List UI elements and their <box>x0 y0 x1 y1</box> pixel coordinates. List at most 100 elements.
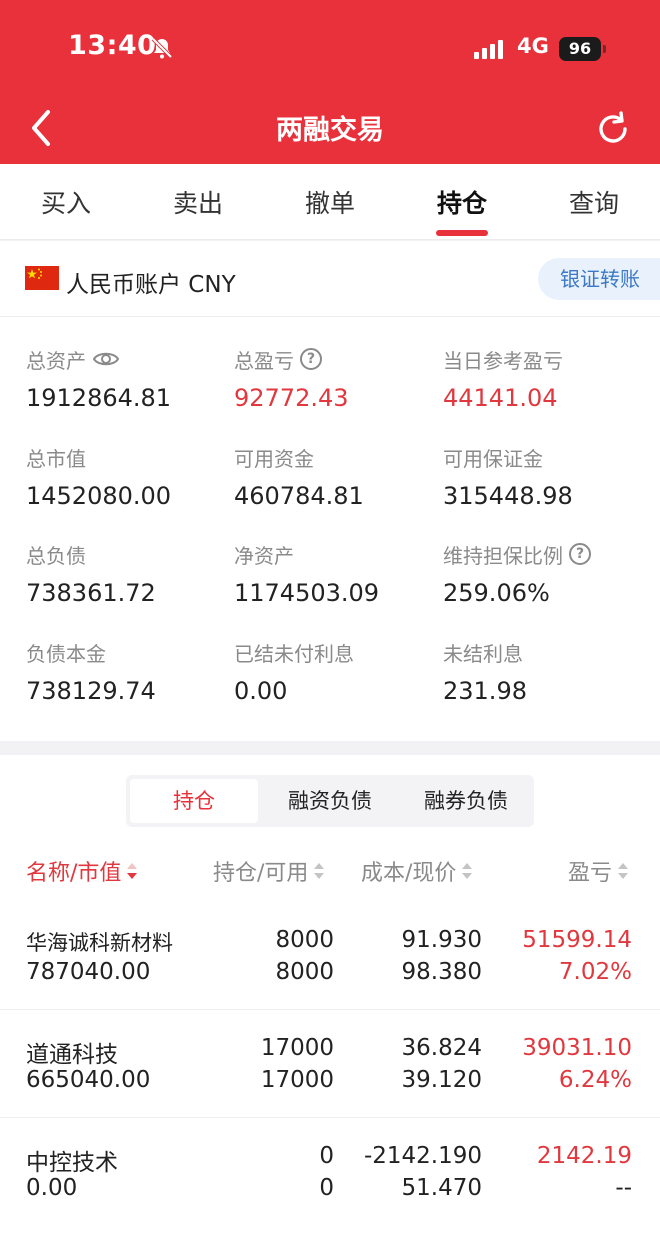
summary-label: 净资产 <box>234 543 294 568</box>
summary-value: 1912864.81 <box>26 384 172 412</box>
position-segment-control: 持仓 融资负债 融券负债 <box>126 775 534 827</box>
tab-positions[interactable]: 持仓 <box>396 184 528 220</box>
summary-unsettled-interest: 未结利息 231.98 <box>443 638 643 706</box>
sort-icon <box>618 863 629 879</box>
column-label: 持仓/可用 <box>213 861 309 886</box>
main-tabs: 买入 卖出 撤单 持仓 查询 <box>0 164 660 240</box>
account-name: 人民币账户 CNY <box>66 272 236 298</box>
positions-card: 持仓 融资负债 融券负债 名称/市值 持仓/可用 成本/现价 盈亏 华海诚科新材… <box>0 755 660 1233</box>
position-row[interactable]: 道通科技 665040.00 17000 17000 36.824 39.120… <box>0 1011 660 1118</box>
segment-positions[interactable]: 持仓 <box>130 779 258 823</box>
summary-value: 460784.81 <box>234 482 364 510</box>
summary-label: 总负债 <box>26 543 86 568</box>
tab-query[interactable]: 查询 <box>528 184 660 220</box>
bell-muted-icon <box>151 37 173 59</box>
stock-pnl-pct: -- <box>615 1175 632 1201</box>
stock-available: 8000 <box>275 959 334 985</box>
summary-value: 0.00 <box>234 677 288 705</box>
refresh-icon[interactable] <box>594 110 632 148</box>
segment-short-debt[interactable]: 融券负债 <box>402 779 530 823</box>
summary-label: 未结利息 <box>443 641 523 666</box>
position-row[interactable]: 中控技术 0.00 0 0 -2142.190 51.470 2142.19 -… <box>0 1119 660 1226</box>
question-icon[interactable]: ? <box>569 543 591 565</box>
summary-value: 315448.98 <box>443 482 573 510</box>
status-time: 13:40 <box>68 30 157 61</box>
column-label: 成本/现价 <box>361 861 457 886</box>
stock-available: 0 <box>319 1175 334 1201</box>
summary-label: 当日参考盈亏 <box>443 348 563 373</box>
china-flag-icon <box>25 266 59 290</box>
column-pnl[interactable]: 盈亏 <box>568 855 629 887</box>
column-cost-price[interactable]: 成本/现价 <box>361 855 473 887</box>
stock-price: 51.470 <box>401 1175 482 1201</box>
summary-total-pnl: 总盈亏 ? 92772.43 <box>234 345 434 412</box>
summary-label: 可用保证金 <box>443 446 543 471</box>
summary-net-assets: 净资产 1174503.09 <box>234 540 434 608</box>
summary-value: 738361.72 <box>26 579 156 607</box>
tab-cancel-order[interactable]: 撤单 <box>264 184 396 220</box>
summary-label: 维持担保比例 <box>443 543 563 568</box>
summary-value: 44141.04 <box>443 384 558 412</box>
stock-pnl-pct: 6.24% <box>558 1067 632 1093</box>
column-label: 盈亏 <box>568 861 613 886</box>
battery-tip <box>603 45 606 53</box>
summary-value: 1174503.09 <box>234 579 380 607</box>
network-type: 4G <box>517 34 549 58</box>
stock-pnl: 2142.19 <box>536 1143 632 1169</box>
stock-market-value: 787040.00 <box>26 959 151 985</box>
stock-pnl-pct: 7.02% <box>558 959 632 985</box>
summary-total-liabilities: 总负债 738361.72 <box>26 540 226 608</box>
account-summary-card: 人民币账户 CNY 银证转账 总资产 1912864.81 总盈亏 ? 9277… <box>0 241 660 741</box>
page-title: 两融交易 <box>276 115 384 146</box>
sort-icon <box>462 863 473 879</box>
summary-label: 总市值 <box>26 446 86 471</box>
tab-buy[interactable]: 买入 <box>0 184 132 220</box>
summary-value: 259.06% <box>443 579 550 607</box>
stock-cost: 36.824 <box>401 1035 482 1061</box>
summary-label: 总盈亏 <box>234 348 294 373</box>
summary-total-assets: 总资产 1912864.81 <box>26 345 226 413</box>
battery-icon: 96 <box>559 37 601 61</box>
summary-label: 可用资金 <box>234 446 314 471</box>
stock-price: 98.380 <box>401 959 482 985</box>
stock-name: 中控技术 <box>26 1150 118 1176</box>
question-icon[interactable]: ? <box>300 348 322 370</box>
segment-margin-debt[interactable]: 融资负债 <box>266 779 394 823</box>
stock-holding: 17000 <box>260 1035 334 1061</box>
signal-icon <box>474 40 503 59</box>
summary-debt-principal: 负债本金 738129.74 <box>26 638 226 706</box>
summary-label: 负债本金 <box>26 641 106 666</box>
summary-label: 已结未付利息 <box>234 641 354 666</box>
stock-available: 17000 <box>260 1067 334 1093</box>
stock-pnl: 39031.10 <box>522 1035 632 1061</box>
summary-maintenance-ratio: 维持担保比例 ? 259.06% <box>443 540 643 607</box>
stock-name: 道通科技 <box>26 1042 118 1068</box>
stock-cost: -2142.190 <box>363 1143 482 1169</box>
bank-transfer-button[interactable]: 银证转账 <box>538 258 660 300</box>
summary-settled-unpaid-interest: 已结未付利息 0.00 <box>234 638 434 706</box>
stock-holding: 8000 <box>275 927 334 953</box>
stock-pnl: 51599.14 <box>522 927 632 953</box>
tab-sell[interactable]: 卖出 <box>132 184 264 220</box>
stock-market-value: 0.00 <box>26 1175 78 1201</box>
stock-cost: 91.930 <box>401 927 482 953</box>
stock-price: 39.120 <box>401 1067 482 1093</box>
stock-name: 华海诚科新材料 <box>26 931 173 955</box>
column-name-value[interactable]: 名称/市值 <box>26 855 138 887</box>
active-tab-indicator <box>436 230 488 236</box>
account-row: 人民币账户 CNY 银证转账 <box>0 241 660 317</box>
position-row[interactable]: 华海诚科新材料 787040.00 8000 8000 91.930 98.38… <box>0 903 660 1010</box>
summary-value: 738129.74 <box>26 677 156 705</box>
summary-market-value: 总市值 1452080.00 <box>26 443 226 511</box>
summary-available-margin: 可用保证金 315448.98 <box>443 443 643 511</box>
column-holding-available[interactable]: 持仓/可用 <box>213 855 325 887</box>
summary-label: 总资产 <box>26 348 86 373</box>
app-header: 13:40 4G 96 两融交易 <box>0 0 660 164</box>
sort-icon <box>314 863 325 879</box>
eye-icon[interactable] <box>92 349 120 369</box>
sort-icon <box>127 863 138 879</box>
summary-available-funds: 可用资金 460784.81 <box>234 443 434 511</box>
summary-value: 231.98 <box>443 677 527 705</box>
summary-value: 1452080.00 <box>26 482 172 510</box>
stock-market-value: 665040.00 <box>26 1067 151 1093</box>
